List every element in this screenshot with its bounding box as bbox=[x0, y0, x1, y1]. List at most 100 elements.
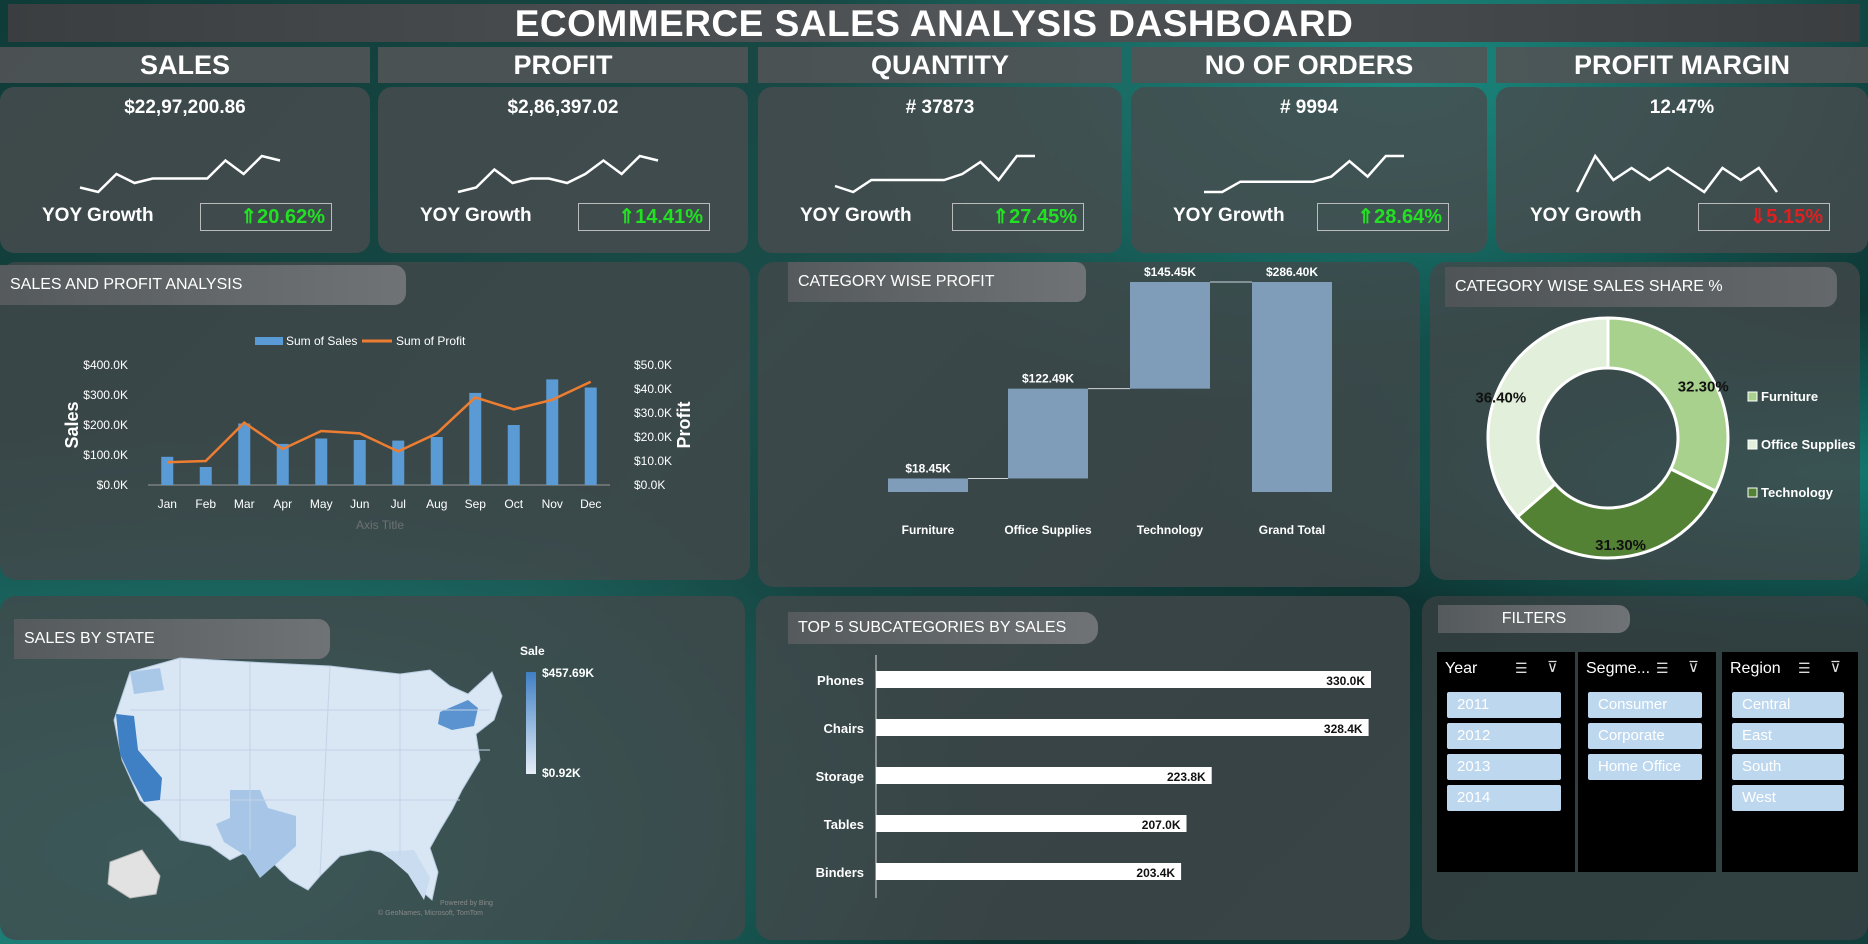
sales-bar-sep bbox=[469, 392, 482, 485]
sales-bar-dec bbox=[584, 387, 597, 485]
slicer-item[interactable]: 2014 bbox=[1447, 785, 1561, 811]
hbar-value-label: 330.0K bbox=[1326, 674, 1365, 688]
y-tick-label: $0.0K bbox=[97, 478, 128, 492]
multiselect-icon[interactable]: ☰ bbox=[1798, 660, 1811, 677]
kpi-sparkline-line-1 bbox=[457, 154, 659, 194]
clear-filter-icon[interactable]: ⊽ bbox=[1830, 658, 1841, 676]
legend-profit-label: Sum of Profit bbox=[396, 334, 466, 348]
profit-line bbox=[167, 380, 592, 464]
slicer-item[interactable]: West bbox=[1732, 785, 1844, 811]
waterfall-bar-grand-total bbox=[1252, 282, 1332, 492]
map-legend-gradient bbox=[526, 672, 536, 774]
sales-bar-nov bbox=[546, 379, 559, 485]
donut-slice-office-supplies bbox=[1486, 316, 1610, 519]
waterfall-bar-technology bbox=[1130, 282, 1210, 389]
sales-bar-mar bbox=[238, 423, 251, 485]
slicer-item[interactable]: Consumer bbox=[1588, 692, 1702, 718]
kpi-yoy-label-0: YOY Growth bbox=[42, 205, 154, 226]
kpi-sparkline-line-2 bbox=[834, 154, 1035, 194]
kpi-yoy-value-4: ⇓5.15% bbox=[1698, 203, 1830, 231]
x-tick-label: Jan bbox=[158, 497, 177, 511]
category-share-chart: 32.30% 31.30% 36.40% Furniture Office Suppli… bbox=[1475, 316, 1856, 560]
x-tick-label: Mar bbox=[234, 497, 255, 511]
kpi-header-1: PROFIT bbox=[378, 47, 748, 83]
x-tick-label: Sep bbox=[465, 497, 487, 511]
slicer-item[interactable]: 2011 bbox=[1447, 692, 1561, 718]
kpi-card-4: 12.47% YOY Growth ⇓5.15% bbox=[1496, 87, 1868, 253]
hbar-category-label: Tables bbox=[824, 817, 864, 832]
kpi-yoy-label-4: YOY Growth bbox=[1530, 205, 1642, 226]
sales-bar-aug bbox=[430, 437, 443, 485]
slicer-segme: Segme... ☰ ⊽ Consumer Corporate Home Office bbox=[1578, 652, 1716, 872]
category-share-title: CATEGORY WISE SALES SHARE % bbox=[1445, 267, 1837, 307]
sales-bar-jun bbox=[353, 440, 366, 485]
kpi-sparkline-1 bbox=[457, 154, 659, 194]
combo-legend: Sum of Sales Sum of Profit bbox=[255, 334, 466, 348]
donut-slice-furniture bbox=[1606, 316, 1730, 494]
kpi-header-4: PROFIT MARGIN bbox=[1496, 47, 1868, 83]
map-credit-sources: © GeoNames, Microsoft, TomTom bbox=[378, 910, 483, 917]
slicer-item[interactable]: South bbox=[1732, 754, 1844, 780]
kpi-sparkline-4 bbox=[1575, 153, 1778, 194]
us-state-map[interactable] bbox=[100, 650, 520, 910]
slicer-item[interactable]: 2012 bbox=[1447, 723, 1561, 749]
slicer-item[interactable]: Corporate bbox=[1588, 723, 1702, 749]
slicer-item[interactable]: 2013 bbox=[1447, 754, 1561, 780]
hbar-value-label: 207.0K bbox=[1142, 818, 1181, 832]
slicer-year: Year ☰ ⊽ 2011 2012 2013 2014 bbox=[1437, 652, 1575, 872]
slicer-item[interactable]: Home Office bbox=[1588, 754, 1702, 780]
slicer-item[interactable]: Central bbox=[1732, 692, 1844, 718]
donut-legend-swatch bbox=[1747, 487, 1758, 498]
y-tick-label: $100.0K bbox=[83, 448, 128, 462]
x-tick-label: Apr bbox=[273, 497, 292, 511]
map-legend-max: $457.69K bbox=[542, 666, 595, 680]
kpi-sparkline-3 bbox=[1204, 154, 1404, 194]
hbar-category-label: Chairs bbox=[824, 721, 864, 736]
kpi-header-2: QUANTITY bbox=[758, 47, 1122, 83]
clear-filter-icon[interactable]: ⊽ bbox=[1688, 658, 1699, 676]
slicer-item[interactable]: East bbox=[1732, 723, 1844, 749]
hbar-value-label: 203.4K bbox=[1136, 866, 1175, 880]
hbar-binders bbox=[876, 863, 1182, 880]
sales-bar-feb bbox=[199, 467, 212, 485]
hbar-value-label: 223.8K bbox=[1167, 770, 1206, 784]
kpi-sparkline-line-4 bbox=[1575, 153, 1778, 194]
kpi-yoy-value-1: ⇑14.41% bbox=[578, 203, 710, 231]
sales-bar-oct bbox=[507, 425, 520, 485]
y-tick-label: $200.0K bbox=[83, 418, 128, 432]
kpi-header-0: SALES bbox=[0, 47, 370, 83]
x-tick-label: Jul bbox=[391, 497, 406, 511]
waterfall-value-label: $145.45K bbox=[1144, 265, 1196, 279]
kpi-yoy-label-2: YOY Growth bbox=[800, 205, 912, 226]
hbar-category-label: Storage bbox=[816, 769, 864, 784]
sales-profit-title: SALES AND PROFIT ANALYSIS bbox=[0, 265, 406, 305]
x-axis-title: Axis Title bbox=[356, 518, 404, 532]
donut-legend-label: Office Supplies bbox=[1761, 437, 1856, 452]
donut-legend-label: Technology bbox=[1761, 485, 1834, 500]
clear-filter-icon[interactable]: ⊽ bbox=[1547, 658, 1558, 676]
legend-sales-label: Sum of Sales bbox=[286, 334, 357, 348]
kpi-value-2: # 37873 bbox=[905, 97, 975, 118]
kpi-yoy-value-2: ⇑27.45% bbox=[952, 203, 1084, 231]
category-profit-chart: $18.45K Furniture $122.49K Office Supplies $… bbox=[888, 265, 1332, 537]
x-tick-label: Aug bbox=[426, 497, 447, 511]
dashboard-title: ECOMMERCE SALES ANALYSIS DASHBOARD bbox=[514, 3, 1354, 44]
map-legend-min: $0.92K bbox=[542, 766, 581, 780]
hbar-storage bbox=[876, 767, 1212, 784]
kpi-value-4: 12.47% bbox=[1649, 97, 1715, 118]
sales-bar-may bbox=[315, 438, 328, 485]
kpi-value-1: $2,86,397.02 bbox=[507, 97, 619, 118]
waterfall-value-label: $122.49K bbox=[1022, 372, 1074, 386]
kpi-value-0: $22,97,200.86 bbox=[124, 97, 246, 118]
multiselect-icon[interactable]: ☰ bbox=[1656, 660, 1669, 677]
multiselect-icon[interactable]: ☰ bbox=[1515, 660, 1528, 677]
top5-title: TOP 5 SUBCATEGORIES BY SALES bbox=[788, 612, 1098, 644]
x-tick-label: Jun bbox=[350, 497, 369, 511]
x-tick-label: May bbox=[310, 497, 333, 511]
kpi-card-3: # 9994 YOY Growth ⇑28.64% bbox=[1131, 87, 1487, 253]
donut-legend-label: Furniture bbox=[1761, 389, 1818, 404]
y2-tick-label: $10.0K bbox=[634, 454, 672, 468]
donut-legend-swatch bbox=[1747, 391, 1758, 402]
kpi-sparkline-0 bbox=[79, 154, 281, 194]
hbar-category-label: Binders bbox=[816, 865, 864, 880]
